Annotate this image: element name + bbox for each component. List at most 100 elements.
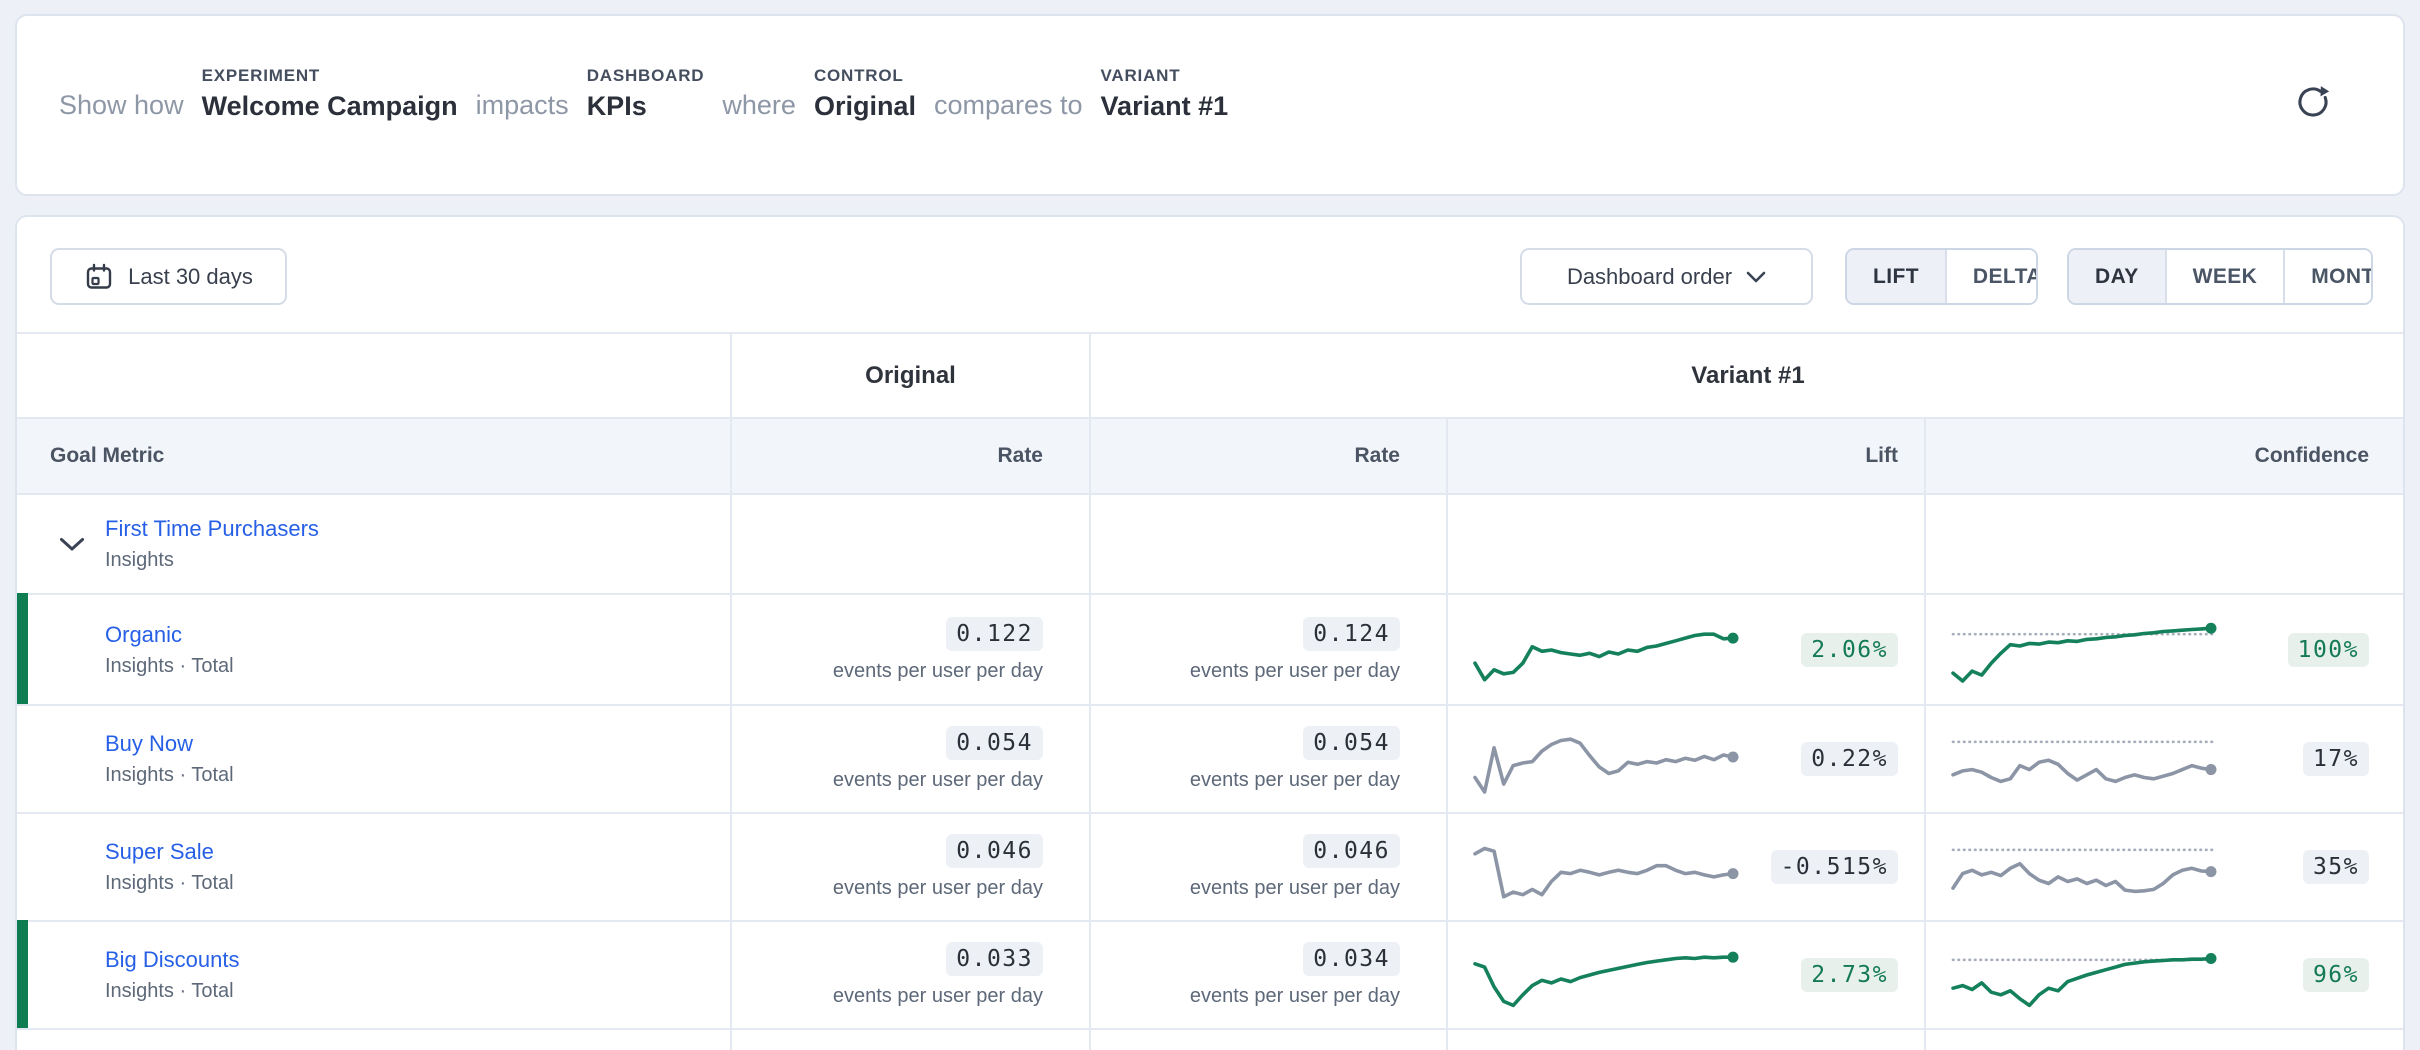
control-rate-cell: 0.054 events per user per day [732, 706, 1091, 812]
lift-value: -0.515% [1771, 850, 1898, 884]
dashboard-order-label: Dashboard order [1567, 264, 1732, 290]
confidence-cell: 100% [1926, 595, 2405, 704]
lift-sparkline-chart [1469, 720, 1749, 798]
toggle-option-day[interactable]: DAY [2069, 250, 2165, 303]
granularity-toggle: DAY WEEK MONTH [2067, 248, 2373, 305]
dashboard-segment: DASHBOARD KPIs [587, 66, 705, 124]
empty-cell [1926, 1030, 2405, 1050]
rate-value: 0.046 [1303, 834, 1400, 868]
dashboard-label: DASHBOARD [587, 66, 705, 86]
confidence-sparkline-chart [1947, 828, 2227, 906]
metric-link[interactable]: Super Sale [105, 839, 234, 865]
confidence-cell: 96% [1926, 922, 2405, 1028]
rate-value: 0.033 [946, 942, 1043, 976]
toggle-option-month[interactable]: MONTH [2283, 250, 2373, 303]
control-value: Original [814, 90, 916, 124]
rate-unit: events per user per day [1190, 877, 1400, 900]
control-rate-cell: 0.122 events per user per day [732, 595, 1091, 704]
rate-value: 0.124 [1303, 617, 1400, 651]
column-variant-rate: Rate [1091, 419, 1448, 493]
metric-name-cell: Super Sale Insights · Total [17, 814, 732, 920]
rate-unit: events per user per day [833, 660, 1043, 683]
rate-unit: events per user per day [833, 769, 1043, 792]
collapse-chevron-icon[interactable] [57, 531, 87, 557]
confidence-sparkline-chart [1947, 720, 2227, 798]
variant-rate-cell: 0.046 events per user per day [1091, 814, 1448, 920]
table-row-first-time-purchasers: First Time Purchasers Insights [17, 493, 2405, 593]
variant-group-header-row: Original Variant #1 [17, 332, 2405, 417]
confidence-sparkline-chart [1947, 936, 2227, 1014]
metric-source: Insights [105, 549, 319, 572]
confidence-sparkline-chart [1947, 611, 2227, 689]
group-header-spacer [17, 334, 732, 417]
dashboard-value: KPIs [587, 90, 705, 124]
group-header-original: Original [732, 334, 1091, 417]
lift-delta-toggle: LIFT DELTA [1845, 248, 2038, 305]
table-row-partial [17, 1028, 2405, 1050]
dashboard-order-dropdown[interactable]: Dashboard order [1520, 248, 1813, 305]
lift-cell: -0.515% [1448, 814, 1926, 920]
metric-source: Insights · Total [105, 764, 234, 787]
column-confidence: Confidence [1926, 419, 2405, 493]
column-goal-metric: Goal Metric [17, 419, 732, 493]
refresh-icon [2294, 83, 2332, 121]
metric-link[interactable]: Buy Now [105, 731, 234, 757]
empty-cell [1091, 1030, 1448, 1050]
column-lift: Lift [1448, 419, 1926, 493]
metric-name-cell: Big Discounts Insights · Total [17, 922, 732, 1028]
lift-value: 0.22% [1801, 742, 1898, 776]
results-card: Last 30 days Dashboard order LIFT DELTA … [15, 215, 2405, 1050]
control-rate-cell: 0.046 events per user per day [732, 814, 1091, 920]
lift-sparkline-chart [1469, 611, 1749, 689]
table-row-big-discounts: Big Discounts Insights · Total 0.033 eve… [17, 920, 2405, 1028]
confidence-value: 35% [2303, 850, 2369, 884]
rate-unit: events per user per day [833, 877, 1043, 900]
date-range-button[interactable]: Last 30 days [50, 248, 287, 305]
lift-cell: 2.73% [1448, 922, 1926, 1028]
table-row-buy-now: Buy Now Insights · Total 0.054 events pe… [17, 704, 2405, 812]
empty-cell [1448, 1030, 1926, 1050]
metric-name-cell: First Time Purchasers Insights [17, 495, 732, 593]
lift-cell: 2.06% [1448, 595, 1926, 704]
confidence-value: 17% [2303, 742, 2369, 776]
empty-cell [732, 1030, 1091, 1050]
metric-link[interactable]: Organic [105, 622, 234, 648]
metric-source: Insights · Total [105, 655, 234, 678]
column-header-row: Goal Metric Rate Rate Lift Confidence [17, 417, 2405, 493]
lift-value: 2.06% [1801, 633, 1898, 667]
column-control-rate: Rate [732, 419, 1091, 493]
variant-label: VARIANT [1101, 66, 1229, 86]
control-label: CONTROL [814, 66, 916, 86]
control-segment: CONTROL Original [814, 66, 916, 124]
rate-unit: events per user per day [1190, 660, 1400, 683]
sentence-impacts: impacts [476, 89, 569, 125]
toggle-option-delta[interactable]: DELTA [1945, 250, 2038, 303]
refresh-button[interactable] [2285, 74, 2341, 130]
confidence-value: 96% [2303, 958, 2369, 992]
rate-value: 0.122 [946, 617, 1043, 651]
experiment-segment: EXPERIMENT Welcome Campaign [202, 66, 458, 124]
empty-cell [732, 495, 1091, 593]
rate-value: 0.034 [1303, 942, 1400, 976]
metric-link[interactable]: First Time Purchasers [105, 516, 319, 542]
table-row-super-sale: Super Sale Insights · Total 0.046 events… [17, 812, 2405, 920]
group-header-variant: Variant #1 [1091, 334, 2405, 417]
lift-cell: 0.22% [1448, 706, 1926, 812]
metric-link[interactable]: Big Discounts [105, 947, 240, 973]
sentence-where: where [722, 89, 796, 125]
experiment-summary-card: Show how EXPERIMENT Welcome Campaign imp… [15, 14, 2405, 196]
toggle-option-lift[interactable]: LIFT [1847, 250, 1945, 303]
variant-rate-cell: 0.124 events per user per day [1091, 595, 1448, 704]
toggle-option-week[interactable]: WEEK [2165, 250, 2284, 303]
lift-value: 2.73% [1801, 958, 1898, 992]
chevron-down-icon [1746, 271, 1766, 283]
rate-unit: events per user per day [1190, 769, 1400, 792]
variant-rate-cell: 0.034 events per user per day [1091, 922, 1448, 1028]
metric-source: Insights · Total [105, 872, 234, 895]
significance-bar [17, 593, 28, 704]
empty-cell [1448, 495, 1926, 593]
lift-sparkline-chart [1469, 936, 1749, 1014]
sentence-compares-to: compares to [934, 89, 1083, 125]
empty-cell [1926, 495, 2405, 593]
lift-sparkline-chart [1469, 828, 1749, 906]
